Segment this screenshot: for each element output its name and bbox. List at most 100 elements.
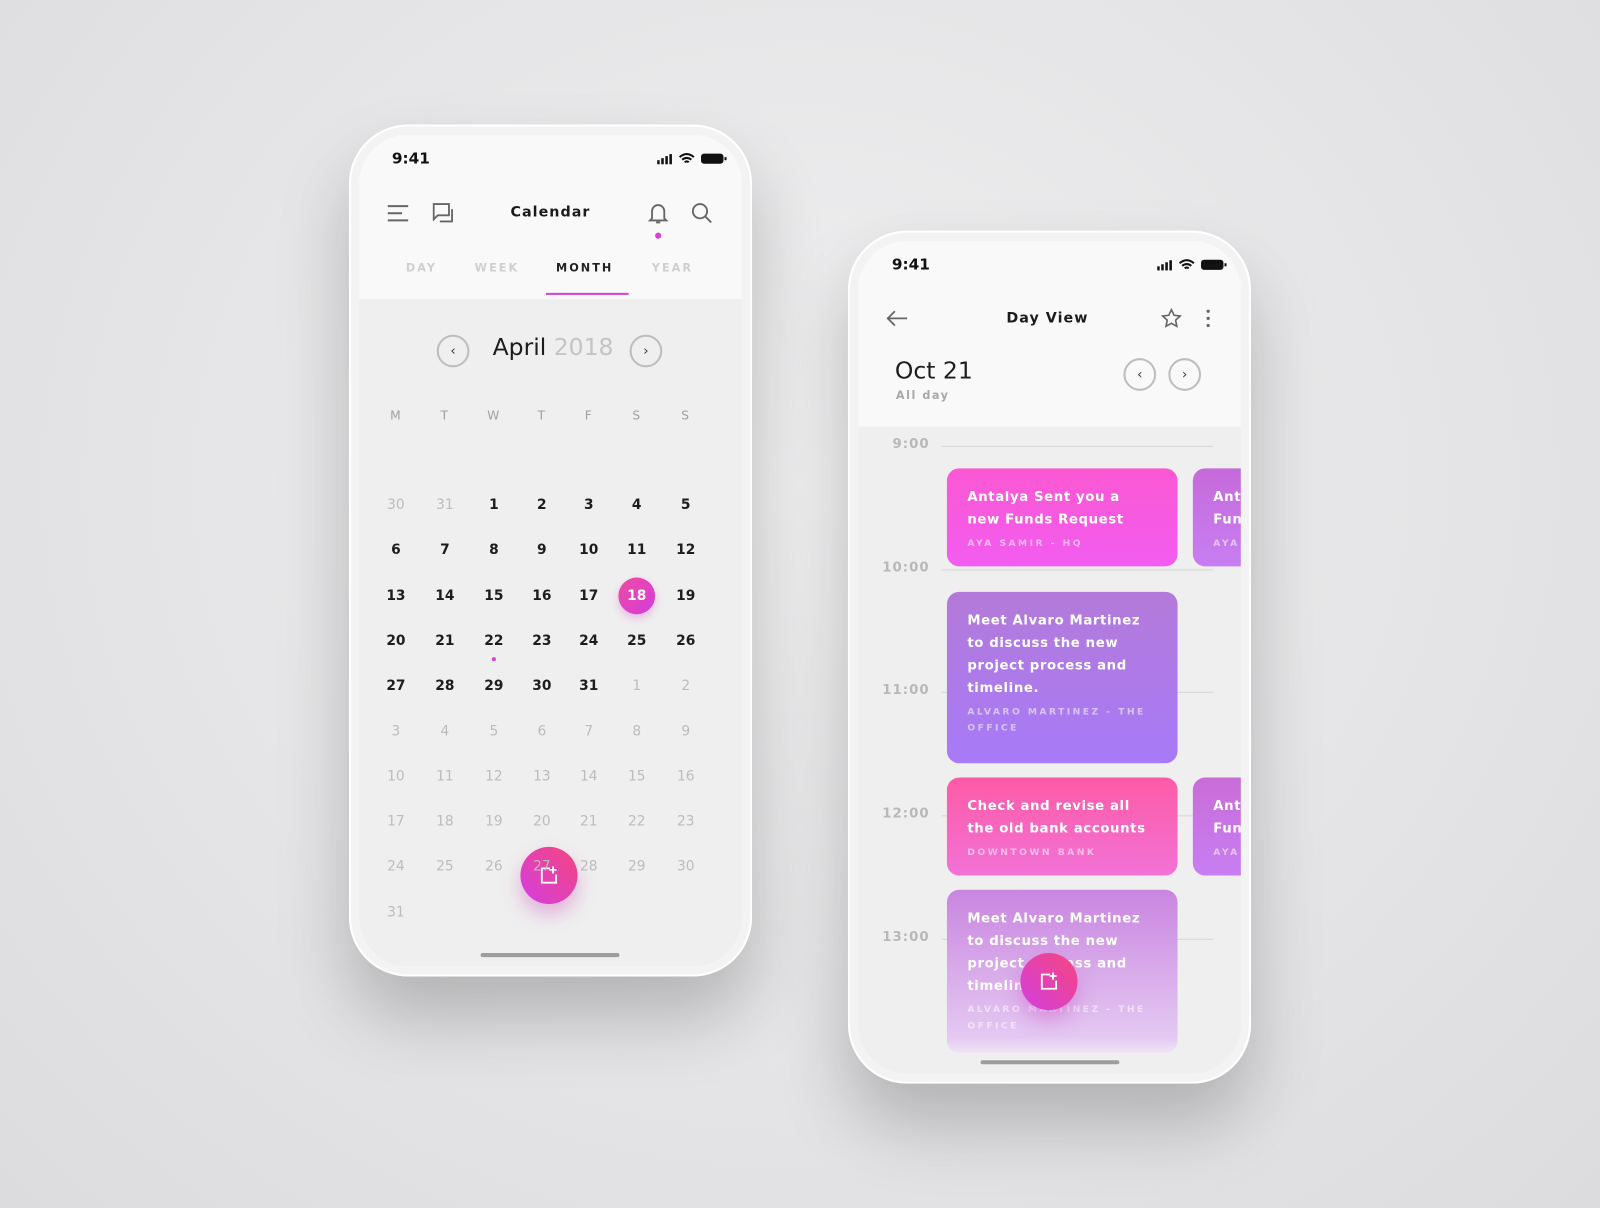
search-icon[interactable] xyxy=(691,202,713,224)
day-cell[interactable]: 25 xyxy=(424,848,465,885)
next-month-button[interactable]: › xyxy=(629,334,663,368)
day-cell[interactable]: 3 xyxy=(376,713,417,750)
day-cell[interactable]: 12 xyxy=(473,758,514,795)
prev-day-button[interactable]: ‹ xyxy=(1123,358,1157,391)
day-cell[interactable]: 2 xyxy=(521,487,562,524)
day-cell[interactable]: 31 xyxy=(568,668,609,705)
day-cell[interactable]: 21 xyxy=(424,622,465,659)
day-cell[interactable]: 11 xyxy=(616,532,657,569)
day-cell[interactable]: 24 xyxy=(376,848,417,885)
day-cell[interactable]: 18 xyxy=(424,803,465,840)
event-title: Antalya Sent you a new Funds Request xyxy=(967,489,1124,528)
day-cell[interactable]: 6 xyxy=(521,713,562,750)
next-day-button[interactable]: › xyxy=(1168,358,1202,391)
day-cell[interactable]: 4 xyxy=(616,487,657,524)
day-cell-selected[interactable]: 18 xyxy=(616,577,657,614)
day-cell[interactable]: 14 xyxy=(424,577,465,614)
back-arrow-icon[interactable] xyxy=(886,309,908,327)
day-number: 14 xyxy=(580,768,598,785)
day-cell[interactable]: 2 xyxy=(665,668,706,705)
day-cell[interactable]: 30 xyxy=(521,668,562,705)
day-cell[interactable]: 16 xyxy=(521,577,562,614)
day-number: 10 xyxy=(387,768,405,785)
add-event-button[interactable] xyxy=(1020,953,1078,1011)
day-cell[interactable]: 26 xyxy=(665,622,706,659)
day-number: 17 xyxy=(579,587,599,604)
day-number: 4 xyxy=(440,722,450,740)
tab-day[interactable]: DAY xyxy=(386,261,457,274)
day-cell[interactable]: 22 xyxy=(473,622,514,662)
day-cell[interactable]: 11 xyxy=(424,758,465,795)
day-cell[interactable]: 17 xyxy=(376,803,417,840)
day-cell[interactable]: 31 xyxy=(424,487,465,524)
day-cell[interactable]: 30 xyxy=(376,487,417,524)
day-cell[interactable]: 27 xyxy=(521,848,562,885)
day-cell[interactable]: 17 xyxy=(568,577,609,614)
more-vertical-icon[interactable] xyxy=(1205,308,1211,328)
tab-month[interactable]: MONTH xyxy=(549,261,620,274)
prev-month-button[interactable]: ‹ xyxy=(436,334,470,368)
event-content: Antalya Sent you a new Funds Request AYA … xyxy=(1213,796,1241,861)
hour-line xyxy=(941,445,1214,447)
tab-week[interactable]: WEEK xyxy=(461,261,532,274)
day-cell[interactable]: 31 xyxy=(376,894,417,931)
day-cell[interactable]: 5 xyxy=(473,713,514,750)
day-cell[interactable]: 5 xyxy=(665,487,706,524)
day-cell[interactable]: 28 xyxy=(424,668,465,705)
day-cell[interactable]: 13 xyxy=(521,758,562,795)
day-cell[interactable]: 23 xyxy=(521,622,562,659)
star-icon[interactable] xyxy=(1161,308,1182,328)
day-cell[interactable]: 9 xyxy=(665,713,706,750)
day-cell[interactable]: 19 xyxy=(665,577,706,614)
day-cell[interactable]: 15 xyxy=(616,758,657,795)
day-cell[interactable]: 29 xyxy=(616,848,657,885)
day-cell[interactable]: 22 xyxy=(616,803,657,840)
event-card[interactable]: Antalya Sent you a new Funds Request AYA … xyxy=(1192,777,1241,876)
day-cell[interactable]: 10 xyxy=(568,532,609,569)
day-cell[interactable]: 12 xyxy=(665,532,706,569)
day-cell[interactable]: 7 xyxy=(568,713,609,750)
day-cell[interactable]: 9 xyxy=(521,532,562,569)
day-cell[interactable]: 29 xyxy=(473,668,514,705)
day-cell[interactable]: 10 xyxy=(376,758,417,795)
day-cell[interactable]: 15 xyxy=(473,577,514,614)
day-cell[interactable]: 30 xyxy=(665,848,706,885)
chat-icon[interactable] xyxy=(432,203,455,223)
day-cell[interactable]: 26 xyxy=(473,848,514,885)
day-number: 27 xyxy=(386,677,406,695)
day-cell[interactable]: 8 xyxy=(616,713,657,750)
hour-label: 9:00 xyxy=(892,436,930,453)
day-cell[interactable]: 24 xyxy=(568,622,609,659)
event-card[interactable]: Antalya Sent you a new Funds Request AYA … xyxy=(946,468,1178,567)
day-cell[interactable]: 8 xyxy=(473,532,514,569)
day-cell[interactable]: 4 xyxy=(424,713,465,750)
bell-icon[interactable] xyxy=(647,202,669,224)
day-cell[interactable]: 13 xyxy=(376,577,417,614)
day-cell[interactable]: 20 xyxy=(376,622,417,659)
day-cell[interactable]: 28 xyxy=(568,848,609,885)
day-number: 3 xyxy=(583,496,594,514)
menu-icon[interactable] xyxy=(387,204,409,222)
day-cell[interactable]: 23 xyxy=(665,803,706,840)
event-card[interactable]: Antalya Sent you a new Funds Request AYA … xyxy=(1192,468,1241,567)
day-cell[interactable]: 3 xyxy=(568,487,609,524)
event-card[interactable]: Check and revise all the old bank accoun… xyxy=(946,777,1178,876)
day-cell[interactable]: 7 xyxy=(424,532,465,569)
day-cell[interactable]: 19 xyxy=(473,803,514,840)
day-cell[interactable]: 14 xyxy=(568,758,609,795)
day-cell[interactable]: 20 xyxy=(521,803,562,840)
day-cell[interactable]: 1 xyxy=(616,668,657,705)
event-subtitle: DOWNTOWN BANK xyxy=(967,847,1097,859)
event-card[interactable]: Meet Alvaro Martinez to discuss the new … xyxy=(946,591,1178,764)
day-number: 27 xyxy=(533,858,551,875)
day-cell[interactable]: 25 xyxy=(616,622,657,659)
tab-year[interactable]: YEAR xyxy=(637,261,708,274)
day-number: 13 xyxy=(533,768,551,785)
day-cell[interactable]: 1 xyxy=(473,487,514,524)
day-cell[interactable]: 6 xyxy=(376,532,417,569)
day-cell[interactable]: 27 xyxy=(376,668,417,705)
day-number: 16 xyxy=(532,587,552,604)
day-cell[interactable]: 16 xyxy=(665,758,706,795)
day-number: 16 xyxy=(676,768,695,785)
day-cell[interactable]: 21 xyxy=(568,803,609,840)
